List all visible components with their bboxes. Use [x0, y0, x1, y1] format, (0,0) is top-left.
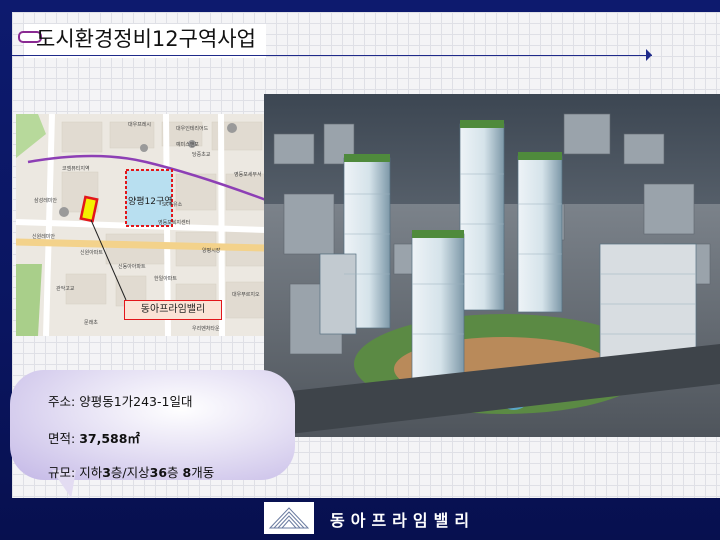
- project-callout: 동아프라임밸리: [124, 300, 222, 320]
- aerial-rendering-image: [264, 94, 720, 437]
- map-label: 영등포세무서: [234, 171, 262, 178]
- area-label: 면적:: [48, 431, 80, 446]
- map-label: 문래초: [84, 319, 98, 326]
- map-label: 신원아파트: [80, 249, 103, 256]
- scale-text: 층: [167, 465, 183, 480]
- map-label: 코엠뷰티지역: [62, 165, 90, 172]
- map-label: 대우푸르지오: [232, 291, 260, 298]
- map-label: 영등포복지센터: [158, 219, 190, 226]
- map-label: 대우프레시: [128, 121, 151, 128]
- address-row: 주소: 양평동1가243-1일대: [48, 391, 192, 410]
- zone-label: 양평12구역: [128, 196, 173, 207]
- company-logo-icon: [264, 502, 314, 534]
- scale-text: 지하: [79, 465, 103, 480]
- map-label: 신원레미안: [32, 233, 55, 240]
- map-label: 삼성레미안: [34, 197, 57, 204]
- scale-text: 층/지상: [110, 465, 150, 480]
- map-label: 한일아파트: [154, 275, 177, 282]
- map-label: 양평시장: [202, 247, 221, 254]
- map-label: 우리벤처타운: [192, 325, 220, 332]
- area-value: 37,588㎡: [79, 431, 140, 446]
- scale-label: 규모:: [48, 465, 80, 480]
- scale-text: 개동: [191, 465, 215, 480]
- scale-number: 3: [102, 465, 111, 480]
- arrow-right-icon: [646, 49, 652, 61]
- scale-number: 8: [182, 465, 192, 480]
- title-underline: [12, 55, 652, 56]
- address-value: 양평동1가243-1일대: [79, 394, 193, 409]
- scale-row: 규모: 지하3층/지상36층 8개동: [48, 462, 214, 481]
- address-label: 주소:: [48, 394, 80, 409]
- map-label: 대우인테리어드: [176, 125, 209, 132]
- map-label: 예미스앤포: [176, 141, 199, 148]
- scale-number: 36: [149, 465, 168, 480]
- company-name: 동아프라임밸리: [330, 511, 476, 530]
- map-label: 신동아아파트: [118, 263, 146, 270]
- map-label: 관악고교: [56, 285, 75, 292]
- page-title: 도시환경정비12구역사업: [36, 27, 256, 51]
- area-row: 면적: 37,588㎡: [48, 428, 140, 447]
- map-label: 당중초교: [192, 151, 211, 158]
